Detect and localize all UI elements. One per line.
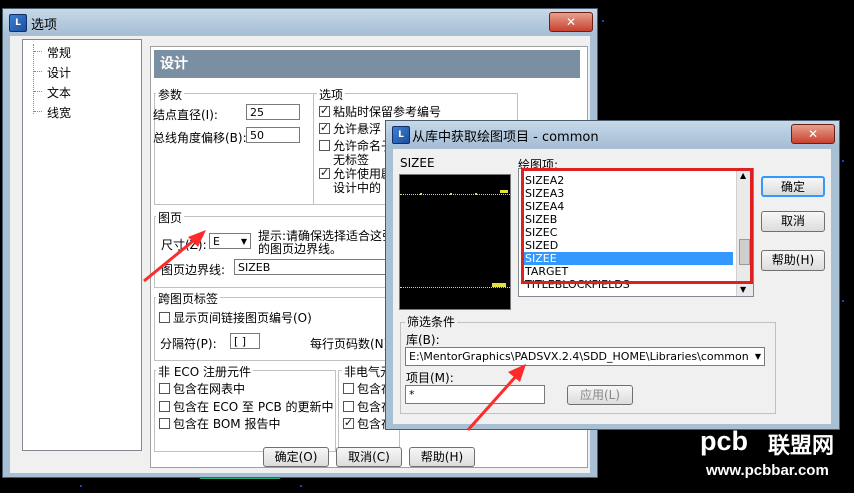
library-close-button[interactable]: ✕ [791, 124, 835, 144]
non-elec-checkbox-2[interactable] [343, 401, 354, 412]
bom-checkbox[interactable] [159, 418, 170, 429]
separator-label: 分隔符(P): [160, 337, 217, 351]
keep-refdes-label: 粘贴时保留参考编号 [333, 105, 442, 119]
watermark-cn: 联盟网 [768, 434, 835, 459]
arrow-to-size [143, 230, 206, 283]
params-group-title: 参数 [156, 86, 185, 103]
watermark-brand: pcb [700, 426, 749, 456]
library-client: SIZEE 绘图项: SIZEA2 SIZEA3 SIZEA4 SIZEB SI… [393, 149, 831, 424]
border-input[interactable]: SIZEB [234, 259, 386, 275]
tree-item-design[interactable]: 设计 [47, 64, 71, 81]
preview-label: SIZEE [400, 156, 435, 170]
in-design-label: 设计中的 [333, 181, 382, 195]
per-page-label: 每行页码数(N) [310, 337, 389, 351]
tree-item-linewidth[interactable]: 线宽 [47, 104, 71, 121]
watermark: pcb 联盟网 www.pcbbar.com [700, 426, 854, 492]
bom-label: 包含在 BOM 报告中 [173, 417, 281, 431]
netlist-checkbox[interactable] [159, 383, 170, 394]
category-tree[interactable]: 常规 设计 文本 线宽 [22, 39, 142, 451]
library-help-button[interactable]: 帮助(H) [761, 250, 825, 271]
library-cancel-button[interactable]: 取消 [761, 211, 825, 232]
allow-naming-checkbox[interactable] [319, 140, 330, 151]
scroll-down-icon[interactable]: ▼ [740, 285, 746, 294]
ok-button[interactable]: 确定(O) [263, 447, 329, 467]
help-button[interactable]: 帮助(H) [409, 447, 475, 467]
bus-angle-label: 总线角度偏移(B): [153, 131, 247, 145]
library-path-label: 库(B): [406, 333, 440, 347]
size-select[interactable]: E ▼ [209, 233, 251, 249]
library-ok-button[interactable]: 确定 [761, 176, 825, 197]
chevron-down-icon: ▼ [754, 352, 761, 361]
library-path-value: E:\MentorGraphics\PADSVX.2.4\SDD_HOME\Li… [409, 350, 749, 363]
sheet-group-title: 图页 [156, 209, 185, 226]
library-titlebar[interactable]: L 从库中获取绘图项目 - common ✕ [386, 121, 839, 147]
tree-item-text[interactable]: 文本 [47, 84, 71, 101]
bus-angle-input[interactable]: 50 [246, 127, 300, 143]
apply-button[interactable]: 应用(L) [567, 385, 633, 405]
eco-update-label: 包含在 ECO 至 PCB 的更新中 [173, 400, 334, 414]
eco-update-checkbox[interactable] [159, 401, 170, 412]
show-link-checkbox[interactable] [159, 312, 170, 323]
filter-group-title: 筛选条件 [405, 313, 458, 330]
non-elec-checkbox-1[interactable] [343, 383, 354, 394]
library-path-select[interactable]: E:\MentorGraphics\PADSVX.2.4\SDD_HOME\Li… [405, 347, 765, 366]
non-elec-checkbox-3[interactable] [343, 416, 354, 429]
allow-float-checkbox[interactable] [319, 121, 330, 134]
non-eco-group-title: 非 ECO 注册元件 [156, 363, 254, 380]
cross-sheet-group-title: 跨图页标签 [156, 290, 221, 307]
panel-title: 设计 [154, 50, 580, 78]
arrow-to-library [466, 364, 526, 431]
item-filter-label: 项目(M): [406, 371, 454, 385]
app-icon: L [9, 14, 27, 32]
node-diameter-label: 结点直径(I): [153, 108, 218, 122]
preview-canvas [399, 174, 511, 310]
cancel-button[interactable]: 取消(C) [336, 447, 402, 467]
sheet-hint-line2: 的图页边界线。 [258, 242, 343, 256]
options-title: 选项 [31, 18, 58, 33]
size-value: E [213, 235, 220, 248]
close-button[interactable]: ✕ [549, 12, 593, 32]
netlist-label: 包含在网表中 [173, 382, 246, 396]
allow-use-checkbox[interactable] [319, 166, 330, 179]
node-diameter-input[interactable]: 25 [246, 104, 300, 120]
library-title: 从库中获取绘图项目 - common [412, 130, 599, 145]
options-group-title: 选项 [317, 86, 346, 103]
chevron-down-icon: ▼ [240, 237, 247, 246]
library-app-icon: L [392, 126, 410, 144]
options-titlebar[interactable]: L 选项 ✕ [3, 9, 597, 35]
library-dialog: L 从库中获取绘图项目 - common ✕ SIZEE 绘图项: SIZEA2… [385, 120, 840, 430]
show-link-label: 显示页间链接图页编号(O) [173, 311, 312, 325]
allow-float-label: 允许悬浮 [333, 122, 382, 136]
highlight-box [521, 168, 753, 284]
separator-input[interactable]: [ ] [230, 333, 260, 349]
tree-item-general[interactable]: 常规 [47, 44, 71, 61]
keep-refdes-checkbox[interactable] [319, 104, 330, 117]
watermark-url: www.pcbbar.com [706, 462, 829, 479]
